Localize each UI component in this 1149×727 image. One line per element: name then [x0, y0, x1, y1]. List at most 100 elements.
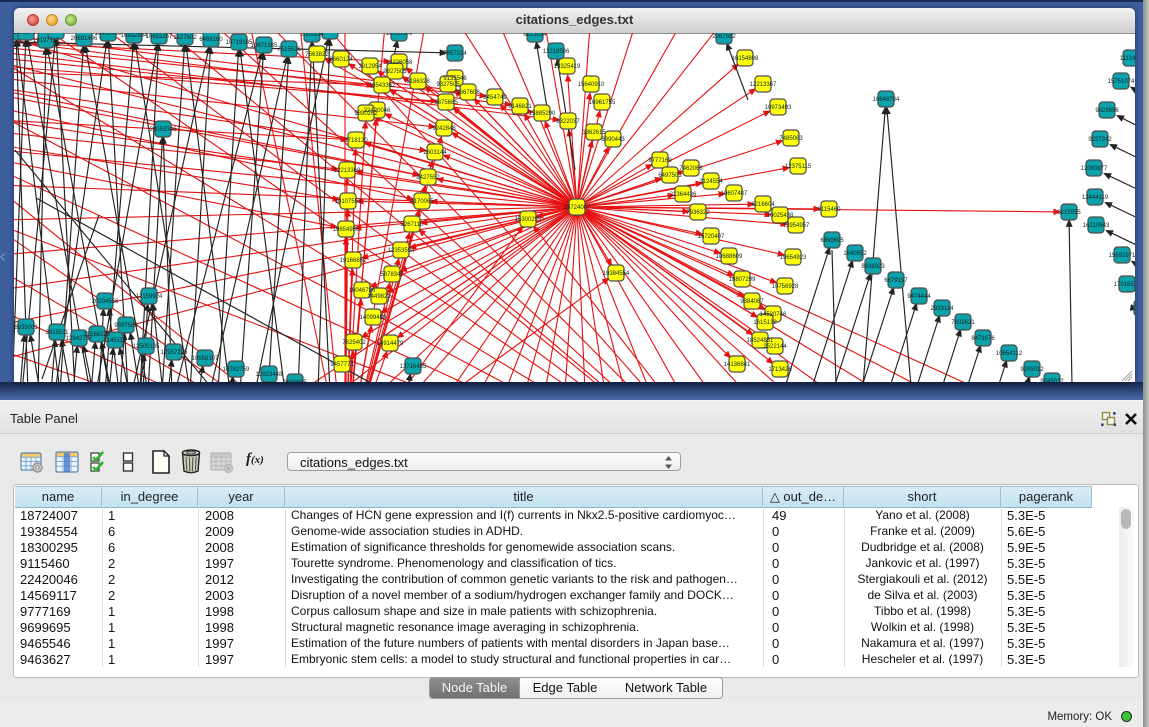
svg-text:8990443: 8990443: [601, 137, 625, 143]
svg-text:3124554: 3124554: [699, 179, 723, 185]
svg-text:10607487: 10607487: [721, 191, 748, 197]
svg-text:9245012: 9245012: [1020, 367, 1044, 373]
svg-text:9329996: 9329996: [1095, 108, 1119, 114]
svg-text:18807299: 18807299: [729, 277, 756, 283]
svg-text:19654923: 19654923: [780, 255, 807, 261]
svg-text:10958107: 10958107: [192, 356, 219, 362]
svg-text:15885290: 15885290: [529, 111, 556, 117]
svg-text:8938923: 8938923: [861, 264, 885, 270]
svg-text:16782759: 16782759: [223, 367, 250, 373]
svg-text:7632621: 7632621: [951, 320, 975, 326]
svg-text:9242848: 9242848: [432, 126, 456, 132]
svg-text:1145119: 1145119: [104, 338, 127, 344]
svg-text:2718120: 2718120: [344, 138, 368, 144]
svg-text:9777169: 9777169: [648, 158, 672, 164]
svg-text:6679197: 6679197: [884, 278, 908, 284]
svg-text:6216604: 6216604: [751, 202, 775, 208]
svg-text:19166852: 19166852: [340, 258, 367, 264]
svg-text:10654112: 10654112: [996, 351, 1023, 357]
svg-text:19197119: 19197119: [33, 38, 60, 44]
svg-text:8935001: 8935001: [14, 325, 38, 331]
svg-text:12353594: 12353594: [388, 248, 415, 254]
svg-text:12159924: 12159924: [136, 294, 163, 300]
svg-text:10756928: 10756928: [772, 284, 799, 290]
svg-text:1449822: 1449822: [367, 294, 391, 300]
svg-text:7663822: 7663822: [305, 52, 329, 58]
svg-text:14520746: 14520746: [760, 312, 787, 318]
svg-text:18724007: 18724007: [564, 205, 591, 211]
svg-text:7936322: 7936322: [686, 210, 710, 216]
svg-text:12213369: 12213369: [334, 168, 361, 174]
svg-text:2867608: 2867608: [456, 90, 480, 96]
svg-text:3055724: 3055724: [44, 33, 68, 35]
svg-text:9699695: 9699695: [283, 380, 307, 382]
svg-text:9327505: 9327505: [436, 82, 460, 88]
svg-text:16932994: 16932994: [121, 33, 148, 39]
svg-text:16648784: 16648784: [873, 97, 900, 103]
svg-text:12923448: 12923448: [256, 372, 283, 378]
svg-text:3267110: 3267110: [401, 222, 425, 228]
svg-text:16543362: 16543362: [369, 83, 396, 89]
svg-text:9827503: 9827503: [383, 69, 407, 75]
svg-text:9397586: 9397586: [114, 323, 138, 329]
svg-text:21364436: 21364436: [670, 192, 697, 198]
svg-text:10973493: 10973493: [765, 105, 792, 111]
svg-text:17957225: 17957225: [161, 350, 188, 356]
svg-text:2522144: 2522144: [763, 344, 787, 350]
svg-text:12375115: 12375115: [785, 164, 812, 170]
svg-text:8813054: 8813054: [523, 33, 547, 38]
svg-text:9462733: 9462733: [318, 33, 342, 35]
svg-text:14136841: 14136841: [724, 362, 751, 368]
svg-text:20204556: 20204556: [92, 299, 119, 305]
svg-text:15720407: 15720407: [698, 234, 725, 240]
svg-text:8471676: 8471676: [971, 336, 995, 342]
svg-text:1713426: 1713426: [768, 367, 792, 373]
svg-text:6497503: 6497503: [658, 173, 682, 179]
svg-text:7625402: 7625402: [342, 340, 366, 346]
svg-text:15692971: 15692971: [1109, 253, 1135, 259]
svg-text:10653267: 10653267: [146, 34, 173, 40]
svg-text:16154808: 16154808: [732, 56, 759, 62]
svg-text:12213367: 12213367: [750, 82, 777, 88]
svg-text:7485063: 7485063: [779, 136, 803, 142]
svg-text:19654955: 19654955: [333, 227, 360, 233]
svg-text:7462066: 7462066: [679, 166, 703, 172]
svg-text:9245032: 9245032: [1040, 379, 1064, 382]
svg-text:12093877: 12093877: [1081, 166, 1108, 172]
svg-text:9457771: 9457771: [330, 362, 354, 368]
svg-text:10402426: 10402426: [95, 33, 122, 37]
svg-text:10025438: 10025438: [767, 213, 794, 219]
svg-text:14055714: 14055714: [14, 33, 40, 36]
svg-text:3215955: 3215955: [1057, 210, 1081, 216]
svg-text:13226058: 13226058: [386, 60, 413, 66]
svg-text:13954957: 13954957: [783, 223, 810, 229]
svg-text:1527602: 1527602: [173, 35, 197, 41]
svg-text:8427552: 8427552: [416, 175, 440, 181]
svg-text:12942757: 12942757: [66, 336, 93, 342]
svg-text:1640952: 1640952: [843, 251, 867, 257]
svg-text:1167536: 1167536: [1131, 306, 1135, 312]
svg-text:8322037: 8322037: [556, 119, 580, 125]
svg-text:15751074: 15751074: [1108, 79, 1135, 85]
svg-text:6466160: 6466160: [199, 37, 223, 43]
svg-text:3912954: 3912954: [358, 64, 382, 70]
svg-text:10688609: 10688609: [716, 254, 743, 260]
svg-text:2803144: 2803144: [423, 150, 447, 156]
svg-text:9890262: 9890262: [354, 111, 378, 117]
svg-text:13325419: 13325419: [554, 64, 581, 70]
svg-text:7857224: 7857224: [443, 51, 467, 57]
svg-text:10671385: 10671385: [251, 43, 278, 49]
svg-text:5878342: 5878342: [380, 272, 404, 278]
svg-text:9146821: 9146821: [508, 104, 532, 110]
svg-text:6899695: 6899695: [820, 238, 844, 244]
svg-text:1112475: 1112475: [1120, 56, 1135, 62]
svg-text:16033809: 16033809: [386, 33, 413, 37]
svg-text:9227342: 9227342: [1088, 137, 1112, 143]
svg-text:13716485: 13716485: [400, 364, 427, 370]
svg-text:13218506: 13218506: [543, 49, 570, 55]
svg-text:16961755: 16961755: [589, 100, 616, 106]
svg-text:12444119: 12444119: [1082, 195, 1109, 201]
svg-text:12505135: 12505135: [133, 344, 160, 350]
svg-text:8454749: 8454749: [483, 95, 507, 101]
svg-text:8660124: 8660124: [329, 57, 353, 63]
